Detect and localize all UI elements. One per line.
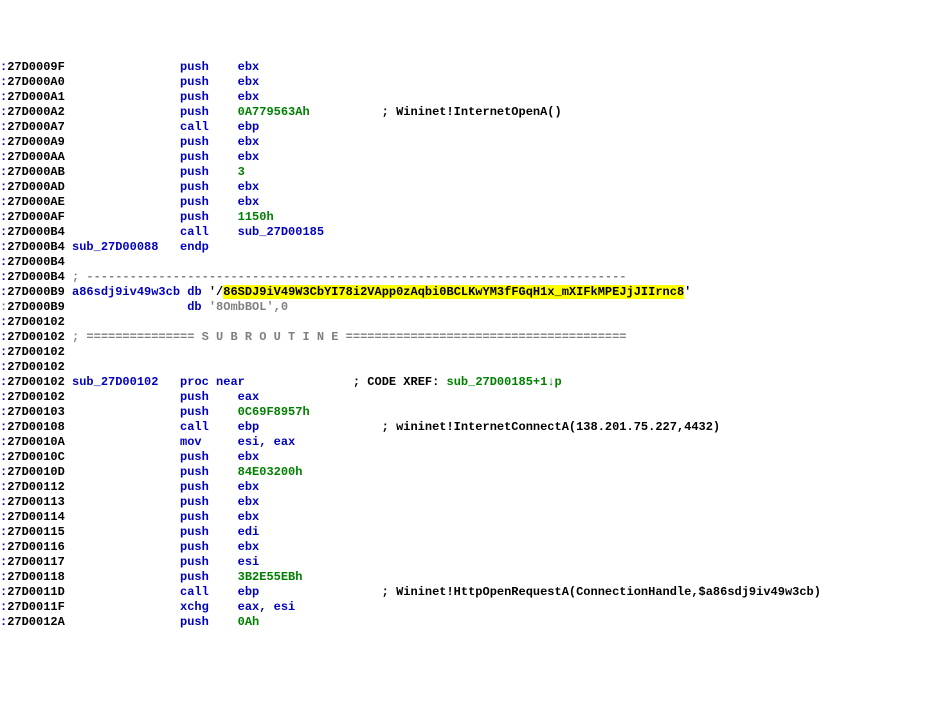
asm-line[interactable]: :27D000A7 call ebp (0, 120, 933, 135)
asm-line[interactable]: :27D000B9 db '8OmbBOL',0 (0, 300, 933, 315)
asm-line[interactable]: :27D000AD push ebx (0, 180, 933, 195)
asm-line[interactable]: :27D00102 push eax (0, 390, 933, 405)
asm-line[interactable]: :27D00114 push ebx (0, 510, 933, 525)
asm-line[interactable]: :27D000A2 push 0A779563Ah ; Wininet!Inte… (0, 105, 933, 120)
asm-line[interactable]: :27D000A0 push ebx (0, 75, 933, 90)
disassembly-listing[interactable]: :27D0009F push ebx:27D000A0 push ebx:27D… (0, 60, 933, 630)
asm-line[interactable]: :27D000B9 a86sdj9iv49w3cb db '/86SDJ9iV4… (0, 285, 933, 300)
asm-line[interactable]: :27D000A1 push ebx (0, 90, 933, 105)
asm-line[interactable]: :27D00103 push 0C69F8957h (0, 405, 933, 420)
asm-line[interactable]: :27D0009F push ebx (0, 60, 933, 75)
asm-line[interactable]: :27D0011F xchg eax, esi (0, 600, 933, 615)
asm-line[interactable]: :27D00108 call ebp ; wininet!InternetCon… (0, 420, 933, 435)
asm-line[interactable]: :27D0011D call ebp ; Wininet!HttpOpenReq… (0, 585, 933, 600)
asm-line[interactable]: :27D0012A push 0Ah (0, 615, 933, 630)
asm-line[interactable]: :27D000AB push 3 (0, 165, 933, 180)
asm-line[interactable]: :27D00102 (0, 345, 933, 360)
asm-line[interactable]: :27D00113 push ebx (0, 495, 933, 510)
asm-line[interactable]: :27D000B4 (0, 255, 933, 270)
asm-line[interactable]: :27D00118 push 3B2E55EBh (0, 570, 933, 585)
asm-line[interactable]: :27D00117 push esi (0, 555, 933, 570)
asm-line[interactable]: :27D000A9 push ebx (0, 135, 933, 150)
asm-line[interactable]: :27D000AA push ebx (0, 150, 933, 165)
asm-line[interactable]: :27D000AE push ebx (0, 195, 933, 210)
asm-line[interactable]: :27D00116 push ebx (0, 540, 933, 555)
asm-line[interactable]: :27D00102 sub_27D00102 proc near ; CODE … (0, 375, 933, 390)
asm-line[interactable]: :27D0010A mov esi, eax (0, 435, 933, 450)
asm-line[interactable]: :27D00112 push ebx (0, 480, 933, 495)
asm-line[interactable]: :27D00102 (0, 360, 933, 375)
asm-line[interactable]: :27D00115 push edi (0, 525, 933, 540)
asm-line[interactable]: :27D000AF push 1150h (0, 210, 933, 225)
asm-line[interactable]: :27D000B4 ; ----------------------------… (0, 270, 933, 285)
asm-line[interactable]: :27D000B4 sub_27D00088 endp (0, 240, 933, 255)
asm-line[interactable]: :27D000B4 call sub_27D00185 (0, 225, 933, 240)
asm-line[interactable]: :27D0010D push 84E03200h (0, 465, 933, 480)
asm-line[interactable]: :27D0010C push ebx (0, 450, 933, 465)
asm-line[interactable]: :27D00102 (0, 315, 933, 330)
asm-line[interactable]: :27D00102 ; =============== S U B R O U … (0, 330, 933, 345)
